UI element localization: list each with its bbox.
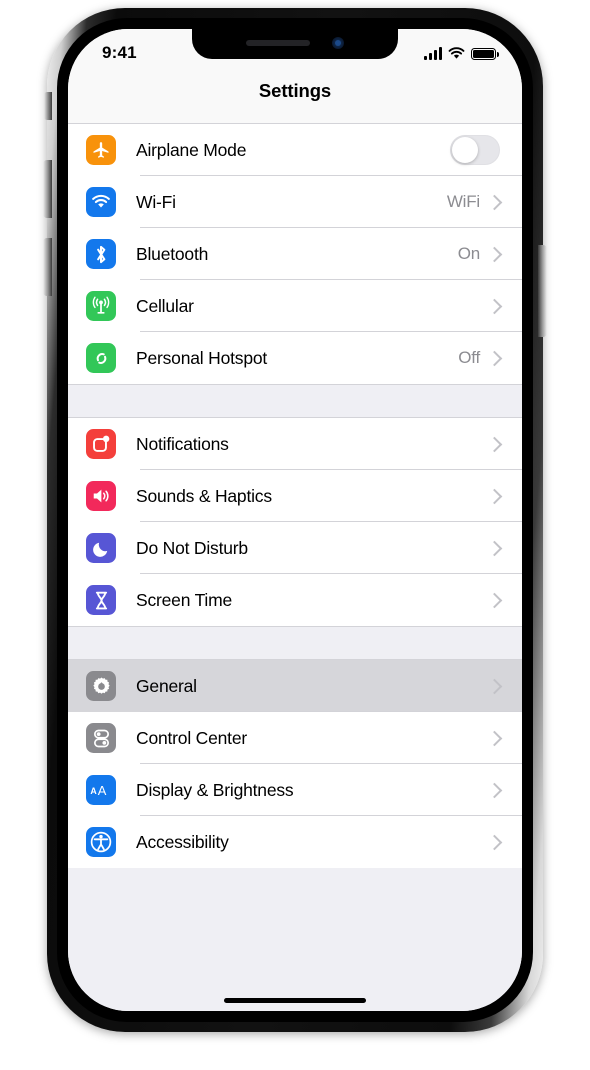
settings-row-airplane-mode[interactable]: Airplane Mode <box>68 124 522 176</box>
status-time: 9:41 <box>102 43 137 62</box>
cellular-antenna-icon <box>86 291 116 321</box>
nav-bar: Settings <box>68 75 522 123</box>
settings-row-general[interactable]: General <box>68 660 522 712</box>
svg-text:A: A <box>90 786 97 796</box>
settings-section-notifications: Notifications Sounds & Haptics Do Not Di… <box>68 417 522 627</box>
battery-icon <box>471 48 499 60</box>
settings-row-label: Personal Hotspot <box>136 347 268 368</box>
settings-row-value: Off <box>458 348 480 367</box>
chevron-right-icon <box>486 592 503 608</box>
volume-up-button[interactable] <box>43 160 52 218</box>
settings-row-label: Sounds & Haptics <box>136 485 272 506</box>
personal-hotspot-icon <box>86 343 116 373</box>
settings-row-accessibility[interactable]: Accessibility <box>68 816 522 868</box>
chevron-right-icon <box>486 350 503 366</box>
home-indicator[interactable] <box>224 998 366 1003</box>
settings-list[interactable]: Airplane Mode Wi-Fi WiFi Bluetooth On Ce… <box>68 123 522 1011</box>
settings-row-label: Control Center <box>136 727 248 748</box>
toggle-knob <box>452 137 478 163</box>
settings-section-system: General Control Center A A Display & Bri… <box>68 659 522 868</box>
moon-icon <box>86 533 116 563</box>
settings-row-cellular[interactable]: Cellular <box>68 280 522 332</box>
settings-row-display-brightness[interactable]: A A Display & Brightness <box>68 764 522 816</box>
notifications-icon <box>86 429 116 459</box>
settings-row-label: Screen Time <box>136 589 233 610</box>
cellular-signal-icon <box>424 47 442 60</box>
settings-row-label: Do Not Disturb <box>136 537 248 558</box>
section-gap <box>68 385 522 417</box>
settings-row-label: Cellular <box>136 295 194 316</box>
settings-row-label: Notifications <box>136 433 229 454</box>
settings-row-label: Display & Brightness <box>136 779 294 800</box>
chevron-right-icon <box>486 436 503 452</box>
section-gap <box>68 627 522 659</box>
settings-row-notifications[interactable]: Notifications <box>68 418 522 470</box>
chevron-right-icon <box>486 782 503 798</box>
bluetooth-icon <box>86 239 116 269</box>
wifi-icon <box>448 47 465 60</box>
settings-row-label: Wi-Fi <box>136 191 176 212</box>
settings-row-label: Bluetooth <box>136 243 209 264</box>
hourglass-icon <box>86 585 116 615</box>
chevron-right-icon <box>486 246 503 262</box>
side-button[interactable] <box>538 245 547 337</box>
gear-icon <box>86 671 116 701</box>
settings-row-value: On <box>457 244 480 263</box>
chevron-right-icon <box>486 194 503 210</box>
accessibility-icon <box>86 827 116 857</box>
chevron-right-icon <box>486 540 503 556</box>
settings-row-label: Airplane Mode <box>136 139 247 160</box>
chevron-right-icon <box>486 678 503 694</box>
settings-row-screen-time[interactable]: Screen Time <box>68 574 522 626</box>
settings-row-label: General <box>136 675 197 696</box>
phone-screen: 9:41 Settings Airplane Mode Wi-Fi WiFi B… <box>68 29 522 1011</box>
status-indicators <box>424 46 499 60</box>
settings-row-bluetooth[interactable]: Bluetooth On <box>68 228 522 280</box>
settings-section-connectivity: Airplane Mode Wi-Fi WiFi Bluetooth On Ce… <box>68 123 522 385</box>
notch <box>192 29 398 59</box>
settings-row-do-not-disturb[interactable]: Do Not Disturb <box>68 522 522 574</box>
earpiece-speaker-icon <box>246 39 310 46</box>
page-title: Settings <box>258 80 332 101</box>
volume-down-button[interactable] <box>43 238 52 296</box>
airplane-mode-toggle[interactable] <box>450 135 500 165</box>
settings-row-control-center[interactable]: Control Center <box>68 712 522 764</box>
settings-row-sounds-haptics[interactable]: Sounds & Haptics <box>68 470 522 522</box>
settings-row-label: Accessibility <box>136 831 229 852</box>
chevron-right-icon <box>486 298 503 314</box>
svg-text:A: A <box>98 783 107 798</box>
sounds-haptics-icon <box>86 481 116 511</box>
silent-switch[interactable] <box>44 92 52 120</box>
chevron-right-icon <box>486 730 503 746</box>
settings-row-value: WiFi <box>446 192 480 211</box>
settings-row-wifi[interactable]: Wi-Fi WiFi <box>68 176 522 228</box>
settings-row-personal-hotspot[interactable]: Personal Hotspot Off <box>68 332 522 384</box>
display-brightness-icon: A A <box>86 775 116 805</box>
chevron-right-icon <box>486 834 503 850</box>
front-camera-icon <box>332 36 344 49</box>
battery-fill <box>473 50 494 58</box>
chevron-right-icon <box>486 488 503 504</box>
control-center-icon <box>86 723 116 753</box>
airplane-icon <box>86 135 116 165</box>
wifi-icon <box>86 187 116 217</box>
